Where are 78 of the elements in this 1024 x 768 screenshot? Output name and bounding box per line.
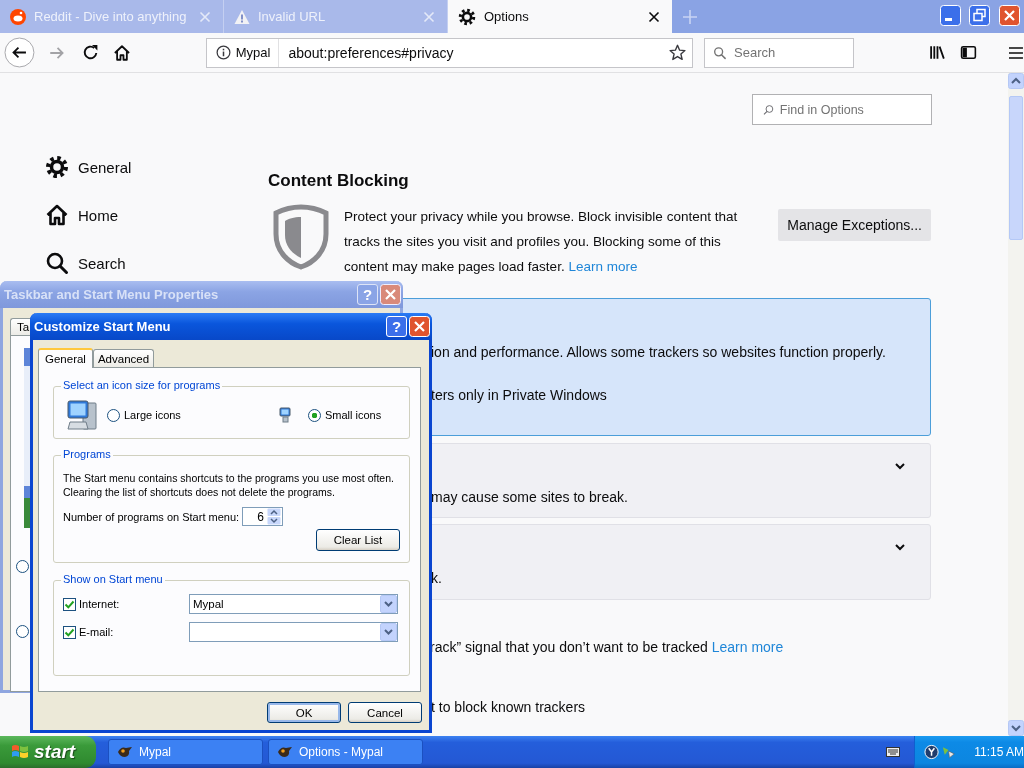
- start-button[interactable]: start: [0, 736, 96, 768]
- gear-icon: [45, 155, 69, 179]
- info-icon: [215, 45, 231, 60]
- number-spinner[interactable]: 6: [242, 507, 283, 526]
- option-text: k.: [431, 569, 443, 588]
- computer-icon: [279, 407, 291, 423]
- clear-list-button[interactable]: Clear List: [316, 529, 400, 551]
- window-title: Taskbar and Start Menu Properties: [4, 287, 220, 302]
- search-field[interactable]: Search: [734, 45, 854, 60]
- section-title: Content Blocking: [268, 171, 410, 191]
- checkbox[interactable]: [63, 625, 76, 639]
- group-title: Select an icon size for programs: [61, 379, 223, 391]
- reload-icon[interactable]: [81, 44, 99, 61]
- search-icon: [712, 44, 727, 61]
- field-label: Number of programs on Start menu:: [63, 510, 241, 523]
- radio-option[interactable]: Large icons: [107, 408, 181, 422]
- app-icon: [117, 745, 133, 759]
- category-item[interactable]: Search: [45, 251, 268, 275]
- minimize-button[interactable]: [940, 5, 961, 26]
- back-button[interactable]: [4, 37, 35, 68]
- gear-icon: [458, 7, 476, 26]
- category-item[interactable]: Home: [45, 203, 268, 227]
- cancel-button[interactable]: Cancel: [348, 702, 422, 723]
- category-item[interactable]: General: [45, 155, 268, 179]
- group-title: Show on Start menu: [61, 573, 165, 585]
- scroll-up-button[interactable]: [1008, 73, 1024, 89]
- scroll-down-button[interactable]: [1008, 720, 1024, 736]
- app-icon: [277, 745, 293, 759]
- site-icon: [10, 8, 26, 25]
- option-text: ion and performance. Allows some trackers so websites function properly.: [431, 343, 887, 362]
- ok-button[interactable]: OK: [267, 702, 341, 723]
- find-field[interactable]: Find in Options: [779, 102, 931, 117]
- manage-exceptions-button[interactable]: Manage Exceptions...: [778, 209, 931, 241]
- status-icon[interactable]: [924, 744, 940, 760]
- scroll-thumb[interactable]: [1009, 96, 1023, 240]
- restore-button[interactable]: [969, 5, 990, 26]
- radio-button[interactable]: [16, 560, 29, 573]
- radio-button[interactable]: [107, 408, 120, 422]
- browser-tab[interactable]: Options: [448, 0, 672, 33]
- menu-icon[interactable]: [1008, 44, 1024, 61]
- search-icon: [45, 251, 69, 275]
- dialog-tab[interactable]: General: [38, 348, 93, 368]
- learn-more-link[interactable]: Learn more: [711, 639, 784, 655]
- window-title: Customize Start Menu: [34, 319, 172, 334]
- radio-button[interactable]: [308, 408, 321, 422]
- home-icon: [45, 203, 69, 227]
- find-box[interactable]: Find in Options: [752, 94, 932, 125]
- shield-icon: [273, 204, 329, 270]
- taskbar-button[interactable]: Options - Mypal: [268, 739, 423, 765]
- radio-button[interactable]: [16, 625, 29, 638]
- checkbox-option[interactable]: Internet:: [63, 597, 189, 611]
- option-text: ters only in Private Windows: [431, 386, 608, 405]
- dropdown[interactable]: Mypal: [189, 594, 398, 614]
- search-icon: [763, 103, 774, 116]
- library-icon[interactable]: [929, 44, 947, 61]
- warning-icon: [234, 8, 250, 25]
- dialog-tab[interactable]: Advanced: [92, 349, 155, 367]
- home-icon[interactable]: [112, 43, 131, 62]
- help-button[interactable]: ?: [386, 316, 407, 337]
- search-box[interactable]: Search: [703, 37, 855, 68]
- description-text: Protect your privacy while you browse. Block invisible content that tracks the sites you visit and profiles you. Blocking some of this content may make pages load faster. Learn more: [344, 208, 739, 276]
- radio-option[interactable]: Small icons: [308, 408, 382, 422]
- spin-arrows-icon[interactable]: [267, 508, 281, 525]
- keyboard-icon[interactable]: [886, 747, 900, 757]
- checkbox-option[interactable]: E-mail:: [63, 625, 189, 639]
- clock: 11:15 AM: [974, 745, 1024, 759]
- option-text: may cause some sites to break.: [431, 488, 629, 507]
- site-identity-button[interactable]: Mypal: [206, 38, 280, 67]
- sidebar-icon[interactable]: [960, 44, 978, 61]
- computer-icon: [66, 398, 98, 432]
- learn-more-link[interactable]: Learn more: [568, 259, 638, 274]
- url-text: about:preferences#privacy: [288, 44, 455, 61]
- taskbar-button[interactable]: Mypal: [108, 739, 263, 765]
- star-icon[interactable]: [668, 44, 686, 61]
- group-title: Programs: [61, 448, 113, 460]
- dropdown[interactable]: [189, 622, 398, 642]
- address-bar[interactable]: Mypal about:preferences#privacy: [205, 37, 693, 68]
- checkbox[interactable]: [63, 597, 76, 611]
